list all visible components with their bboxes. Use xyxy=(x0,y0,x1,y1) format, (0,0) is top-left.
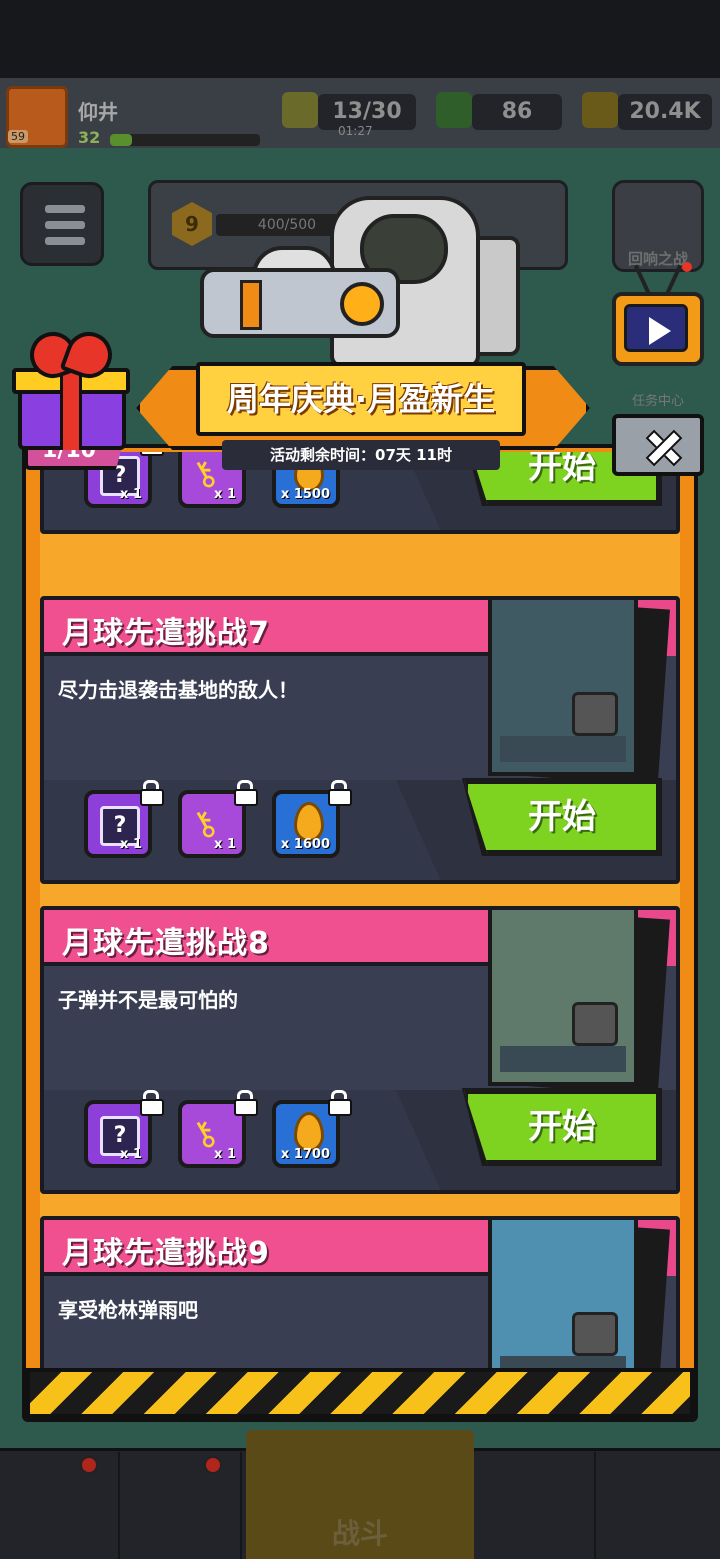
reward-item[interactable]: ⚷ x 1 xyxy=(178,1090,258,1168)
gift-ribbon xyxy=(60,368,82,450)
challenge-description: 享受枪林弹雨吧 xyxy=(58,1298,198,1322)
challenge-title: 月球先遣挑战7 xyxy=(62,616,270,651)
gem-icon[interactable] xyxy=(436,92,472,128)
enemy-robot xyxy=(572,692,618,736)
challenge-list[interactable]: ? x 1 ⚷ x 1x 1500 开始 月球先遣挑战7 尽力击退袭击基地的敌人！? x 1 ⚷… xyxy=(40,452,680,1370)
lock-icon xyxy=(328,1090,352,1116)
gift-bow xyxy=(30,332,112,372)
lock-icon xyxy=(234,780,258,806)
challenge-card: 月球先遣挑战8 子弹并不是最可怕的 ? x 1 ⚷ x 1 x 1700 开始 xyxy=(40,906,680,1194)
task-center-label: 任务中心 xyxy=(631,394,684,409)
reward-quantity: x 1 xyxy=(120,837,142,852)
reward-quantity: x 1 xyxy=(214,487,236,502)
shop-tab[interactable] xyxy=(0,1452,120,1559)
enemy-robot xyxy=(572,1312,618,1356)
notification-badge xyxy=(204,1456,222,1474)
player-name: 仰井 xyxy=(78,100,118,124)
oil-drop-icon xyxy=(294,802,324,842)
reward-item[interactable]: ? x 1 xyxy=(84,780,164,858)
player-level: 32 xyxy=(78,128,101,147)
coin-count: 20.4K xyxy=(618,94,712,130)
battle-tab-label: 战斗 xyxy=(331,1517,388,1550)
tv-antenna-ball xyxy=(682,262,692,272)
stage-thumbnail xyxy=(488,910,638,1086)
challenge-card: 月球先遣挑战9 享受枪林弹雨吧 xyxy=(40,1216,680,1370)
lock-icon xyxy=(140,1090,164,1116)
status-strip xyxy=(0,0,720,78)
event-timer: 活动剩余时间：07天 11时 xyxy=(270,446,452,464)
notification-badge xyxy=(80,1456,98,1474)
reward-item[interactable]: ? x 1 xyxy=(84,1090,164,1168)
thumbnail-floor xyxy=(500,1046,626,1072)
talent-tab[interactable] xyxy=(476,1452,596,1559)
start-button[interactable]: 开始 xyxy=(464,780,660,854)
reward-quantity: x 1 xyxy=(120,1147,142,1162)
close-button[interactable] xyxy=(612,414,704,476)
reward-item[interactable]: ⚷ x 1 xyxy=(178,780,258,858)
coin-icon[interactable] xyxy=(582,92,618,128)
start-button[interactable]: 开始 xyxy=(464,1090,660,1164)
reward-quantity: x 1 xyxy=(214,1147,236,1162)
energy-icon xyxy=(282,92,318,128)
cannon-stripe xyxy=(240,280,262,330)
enemy-robot xyxy=(572,1002,618,1046)
reward-quantity: x 1500 xyxy=(280,487,330,502)
badge-tab[interactable] xyxy=(122,1452,242,1559)
cannon-mouth xyxy=(340,282,384,326)
energy-timer: 01:27 xyxy=(338,124,373,138)
game-screen: 59 仰井 32 13/30 01:27 86 20.4K 9 400/500 … xyxy=(0,0,720,1559)
lock-icon xyxy=(328,780,352,806)
event-title: 周年庆典·月盈新生 xyxy=(226,380,496,418)
lock-icon xyxy=(234,1090,258,1116)
challenge-description: 尽力击退袭击基地的敌人！ xyxy=(58,678,298,702)
thumbnail-floor xyxy=(500,736,626,762)
lock-icon xyxy=(140,780,164,806)
reward-item[interactable]: x 1600 xyxy=(272,780,352,858)
reward-quantity: x 1 xyxy=(120,487,142,502)
play-icon xyxy=(624,304,688,352)
oil-drop-icon xyxy=(294,1112,324,1152)
challenge-card: 月球先遣挑战7 尽力击退袭击基地的敌人！ ? x 1 ⚷ x 1 x 1600 开始 xyxy=(40,596,680,884)
stage-thumbnail xyxy=(488,1220,638,1370)
challenge-description: 子弹并不是最可怕的 xyxy=(58,988,238,1012)
weapon-tab[interactable] xyxy=(598,1452,718,1559)
reward-quantity: x 1 xyxy=(214,837,236,852)
reward-item[interactable]: x 1700 xyxy=(272,1090,352,1168)
challenge-title: 月球先遣挑战9 xyxy=(62,1236,270,1271)
menu-button[interactable] xyxy=(20,182,104,266)
hazard-stripes xyxy=(26,1368,694,1418)
gem-count: 86 xyxy=(472,94,562,130)
avatar-level: 59 xyxy=(8,130,28,143)
challenge-title: 月球先遣挑战8 xyxy=(62,926,270,961)
stage-thumbnail xyxy=(488,600,638,776)
reward-quantity: x 1600 xyxy=(280,837,330,852)
reward-quantity: x 1700 xyxy=(280,1147,330,1162)
xp-bar xyxy=(110,134,260,146)
